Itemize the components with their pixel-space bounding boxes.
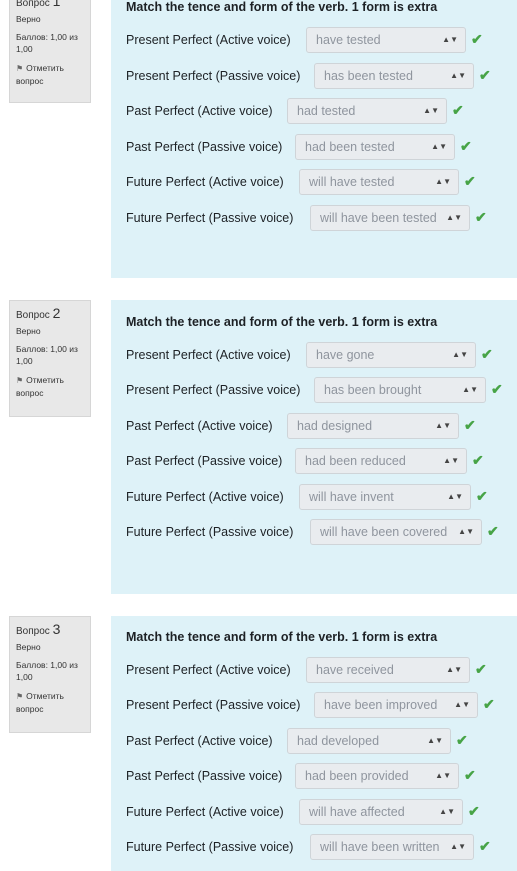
sort-arrows-icon: ▲▼ (447, 492, 463, 501)
checkmark-icon: ✔ (483, 696, 495, 712)
answer-select[interactable]: has been brought ▲▼ (314, 377, 486, 403)
checkmark-icon: ✔ (452, 102, 464, 118)
question-score: Баллов: 1,00 из 1,00 (16, 32, 78, 54)
answer-select[interactable]: will have been written ▲▼ (310, 834, 474, 860)
row-label: Present Perfect (Passive voice) (126, 383, 301, 397)
row-label: Future Perfect (Passive voice) (126, 211, 294, 225)
row-label: Past Perfect (Active voice) (126, 104, 273, 118)
sort-arrows-icon: ▲▼ (431, 142, 447, 151)
row-label: Future Perfect (Active voice) (126, 490, 284, 504)
checkmark-icon: ✔ (479, 838, 491, 854)
row-label: Past Perfect (Passive voice) (126, 454, 283, 468)
sort-arrows-icon: ▲▼ (446, 213, 462, 222)
answer-select[interactable]: will have affected ▲▼ (299, 799, 463, 825)
question-number: Вопрос 1 (16, 0, 61, 9)
row-label: Past Perfect (Active voice) (126, 734, 273, 748)
sort-arrows-icon: ▲▼ (450, 71, 466, 80)
checkmark-icon: ✔ (464, 417, 476, 433)
row-label: Present Perfect (Passive voice) (126, 69, 301, 83)
row-label: Future Perfect (Active voice) (126, 175, 284, 189)
flag-icon: ⚑ (16, 692, 24, 701)
question-content: Match the tence and form of the verb. 1 … (111, 616, 517, 871)
sort-arrows-icon: ▲▼ (427, 736, 443, 745)
answer-select[interactable]: had developed ▲▼ (287, 728, 451, 754)
flag-question-link[interactable]: ⚑ Отметить вопрос (16, 62, 84, 87)
answer-select[interactable]: will have tested ▲▼ (299, 169, 459, 195)
row-label: Past Perfect (Passive voice) (126, 140, 283, 154)
question-content: Match the tence and form of the verb. 1 … (111, 300, 517, 594)
question-info: Вопрос 2 Верно Баллов: 1,00 из 1,00 ⚑ Отм… (9, 300, 91, 417)
row-label: Present Perfect (Passive voice) (126, 698, 301, 712)
checkmark-icon: ✔ (475, 209, 487, 225)
flag-question-link[interactable]: ⚑ Отметить вопрос (16, 374, 84, 399)
row-label: Past Perfect (Active voice) (126, 419, 273, 433)
question-status: Верно (16, 14, 41, 24)
checkmark-icon: ✔ (472, 452, 484, 468)
question-score: Баллов: 1,00 из 1,00 (16, 344, 78, 366)
checkmark-icon: ✔ (460, 138, 472, 154)
question-status: Верно (16, 326, 41, 336)
row-label: Future Perfect (Passive voice) (126, 525, 294, 539)
question-status: Верно (16, 642, 41, 652)
sort-arrows-icon: ▲▼ (452, 350, 468, 359)
row-label: Present Perfect (Active voice) (126, 33, 291, 47)
answer-select[interactable]: had been provided ▲▼ (295, 763, 459, 789)
sort-arrows-icon: ▲▼ (450, 842, 466, 851)
sort-arrows-icon: ▲▼ (442, 35, 458, 44)
row-label: Future Perfect (Passive voice) (126, 840, 294, 854)
checkmark-icon: ✔ (481, 346, 493, 362)
flag-icon: ⚑ (16, 64, 24, 73)
sort-arrows-icon: ▲▼ (458, 527, 474, 536)
row-label: Future Perfect (Active voice) (126, 805, 284, 819)
checkmark-icon: ✔ (468, 803, 480, 819)
sort-arrows-icon: ▲▼ (446, 665, 462, 674)
answer-select[interactable]: have been improved ▲▼ (314, 692, 478, 718)
answer-select[interactable]: will have been covered ▲▼ (310, 519, 482, 545)
question-info: Вопрос 3 Верно Баллов: 1,00 из 1,00 ⚑ Отм… (9, 616, 91, 733)
question-text: Match the tence and form of the verb. 1 … (126, 0, 438, 14)
question-info: Вопрос 1 Верно Баллов: 1,00 из 1,00 ⚑ Отм… (9, 0, 91, 103)
sort-arrows-icon: ▲▼ (435, 771, 451, 780)
row-label: Present Perfect (Active voice) (126, 348, 291, 362)
sort-arrows-icon: ▲▼ (435, 421, 451, 430)
sort-arrows-icon: ▲▼ (454, 700, 470, 709)
answer-select[interactable]: had tested ▲▼ (287, 98, 447, 124)
checkmark-icon: ✔ (464, 173, 476, 189)
answer-select[interactable]: will have been tested ▲▼ (310, 205, 470, 231)
sort-arrows-icon: ▲▼ (423, 106, 439, 115)
checkmark-icon: ✔ (491, 381, 503, 397)
row-label: Past Perfect (Passive voice) (126, 769, 283, 783)
answer-select[interactable]: had been tested ▲▼ (295, 134, 455, 160)
sort-arrows-icon: ▲▼ (462, 385, 478, 394)
question-number: Вопрос 2 (16, 305, 61, 321)
answer-select[interactable]: had been reduced ▲▼ (295, 448, 467, 474)
answer-select[interactable]: will have invent ▲▼ (299, 484, 471, 510)
checkmark-icon: ✔ (464, 767, 476, 783)
checkmark-icon: ✔ (456, 732, 468, 748)
checkmark-icon: ✔ (471, 31, 483, 47)
sort-arrows-icon: ▲▼ (439, 807, 455, 816)
question-score: Баллов: 1,00 из 1,00 (16, 660, 78, 682)
checkmark-icon: ✔ (479, 67, 491, 83)
question-content: Match the tence and form of the verb. 1 … (111, 0, 517, 278)
question-text: Match the tence and form of the verb. 1 … (126, 630, 438, 644)
question-number: Вопрос 3 (16, 621, 61, 637)
answer-select[interactable]: have received ▲▼ (306, 657, 470, 683)
checkmark-icon: ✔ (487, 523, 499, 539)
answer-select[interactable]: have gone ▲▼ (306, 342, 476, 368)
question-text: Match the tence and form of the verb. 1 … (126, 315, 438, 329)
flag-icon: ⚑ (16, 376, 24, 385)
answer-select[interactable]: had designed ▲▼ (287, 413, 459, 439)
flag-question-link[interactable]: ⚑ Отметить вопрос (16, 690, 84, 715)
sort-arrows-icon: ▲▼ (443, 456, 459, 465)
checkmark-icon: ✔ (476, 488, 488, 504)
checkmark-icon: ✔ (475, 661, 487, 677)
sort-arrows-icon: ▲▼ (435, 177, 451, 186)
row-label: Present Perfect (Active voice) (126, 663, 291, 677)
answer-select[interactable]: has been tested ▲▼ (314, 63, 474, 89)
answer-select[interactable]: have tested ▲▼ (306, 27, 466, 53)
